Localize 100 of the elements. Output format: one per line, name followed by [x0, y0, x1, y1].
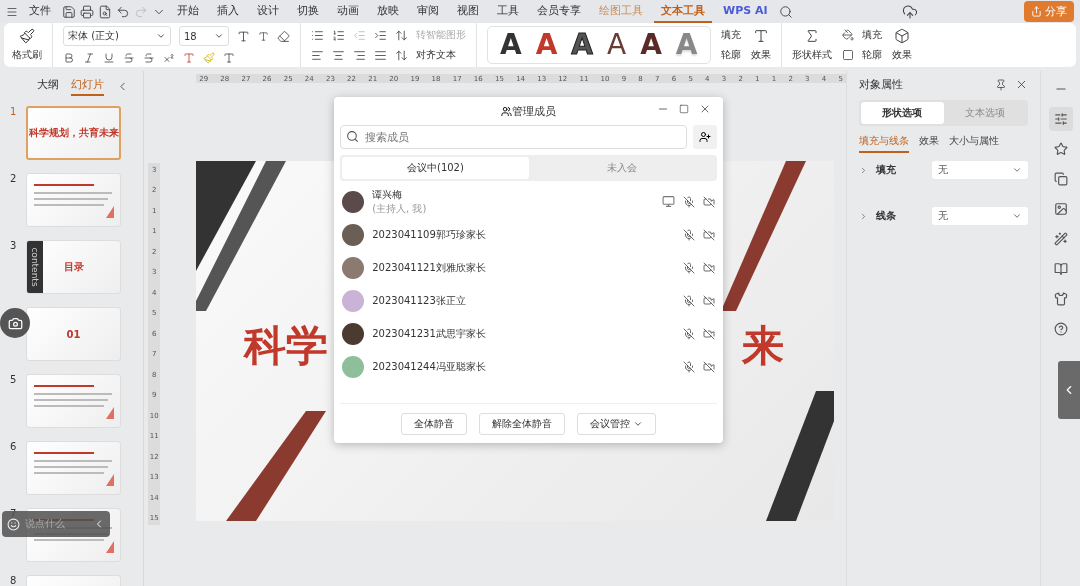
shape-fill-button[interactable]: 填充 [861, 28, 882, 42]
slide-thumbnail[interactable]: 01 [26, 307, 121, 361]
slide-title: 来 [742, 320, 785, 372]
mic-off-icon[interactable] [683, 294, 696, 307]
camera-icon [7, 315, 23, 331]
text-outline-button[interactable]: 轮廓 [720, 48, 741, 62]
mic-off-icon[interactable] [683, 195, 696, 208]
text-effect-button[interactable]: 效果 [750, 28, 771, 62]
shape-style-button[interactable]: 形状样式 [791, 28, 832, 62]
video-off-icon[interactable] [703, 294, 716, 307]
increase-indent-icon[interactable] [374, 28, 387, 42]
panel-tab[interactable]: 幻灯片 [71, 77, 104, 96]
text-style-preset[interactable]: A [675, 31, 698, 59]
text-style-preset[interactable]: A [535, 31, 558, 59]
outline-icon[interactable] [841, 49, 854, 61]
cloud-upload-icon[interactable] [902, 3, 919, 20]
text-direction-icon[interactable] [395, 28, 408, 42]
ribbon-tab[interactable]: 设计 [250, 0, 286, 23]
italic-icon[interactable] [83, 52, 95, 64]
mic-off-icon[interactable] [683, 261, 696, 274]
sliders-icon[interactable] [1048, 107, 1073, 131]
search-field[interactable]: 搜索成员 [340, 125, 688, 149]
slide-thumbnail[interactable]: 科学规划，共育未来 [26, 106, 121, 160]
ribbon-tab[interactable]: WPS AI [716, 1, 775, 22]
mic-off-icon[interactable] [683, 360, 696, 373]
text-style-preset[interactable]: A [500, 31, 522, 59]
text-style-preset[interactable]: A [607, 31, 627, 59]
menu-icon[interactable] [6, 5, 18, 18]
align-left-icon[interactable] [311, 48, 324, 62]
property-tab[interactable]: 大小与属性 [949, 134, 1000, 153]
align-right-icon[interactable] [353, 48, 366, 62]
justify-icon[interactable] [374, 48, 387, 62]
slide-thumbnail[interactable] [26, 374, 121, 428]
strikethrough-icon[interactable] [123, 52, 135, 64]
ribbon-tab[interactable]: 动画 [330, 0, 366, 23]
numbered-list-icon[interactable] [332, 28, 345, 42]
format-painter-button[interactable]: 格式刷 [12, 28, 42, 62]
camera-button[interactable] [0, 308, 30, 338]
property-dropdown[interactable]: 无 [932, 161, 1029, 179]
video-off-icon[interactable] [703, 360, 716, 373]
dialog-button[interactable]: 会议管控 [577, 412, 657, 435]
property-tab[interactable]: 填充与线条 [859, 134, 910, 153]
mic-off-icon[interactable] [683, 228, 696, 241]
ribbon-tab[interactable]: 工具 [490, 0, 526, 23]
ribbon-tab[interactable]: 开始 [170, 0, 206, 23]
pin-icon[interactable] [995, 78, 1008, 91]
fill-bucket-icon[interactable] [841, 29, 854, 41]
video-off-icon[interactable] [703, 261, 716, 274]
video-off-icon[interactable] [703, 228, 716, 241]
align-text-button[interactable]: 对齐文本 [416, 48, 456, 62]
panel-tab[interactable]: 大纲 [37, 77, 59, 96]
maximize-icon[interactable] [679, 103, 690, 115]
dialog-button[interactable]: 解除全体静音 [479, 412, 566, 435]
property-tab[interactable]: 效果 [919, 134, 940, 153]
shape-outline-button[interactable]: 轮廓 [861, 48, 882, 62]
bullet-list-icon[interactable] [311, 28, 324, 42]
superscript-icon[interactable] [163, 52, 175, 64]
dialog-button[interactable]: 全体静音 [401, 412, 468, 435]
slide-thumbnail[interactable] [26, 441, 121, 495]
undo-icon[interactable] [116, 4, 130, 19]
slide-number: 2 [10, 173, 18, 184]
video-off-icon[interactable] [703, 327, 716, 340]
ribbon-tab[interactable]: 视图 [450, 0, 486, 23]
font-color-icon[interactable] [183, 52, 195, 64]
print-preview-icon[interactable] [98, 4, 112, 19]
save-icon[interactable] [62, 4, 76, 19]
add-member-button[interactable] [693, 125, 718, 149]
text-fill-button[interactable]: 填充 [720, 28, 741, 42]
screen-share-icon[interactable] [662, 195, 676, 208]
ribbon-tab[interactable]: 插入 [210, 0, 246, 23]
ribbon-tab[interactable]: 审阅 [410, 0, 446, 23]
eraser-icon[interactable] [277, 29, 290, 43]
chat-placeholder: 说点什么 [25, 517, 66, 531]
mic-off-icon[interactable] [683, 327, 696, 340]
underline-icon[interactable] [103, 52, 115, 64]
double-strikethrough-icon[interactable] [143, 52, 155, 64]
chevron-down-icon [214, 31, 224, 41]
bold-icon[interactable] [63, 52, 75, 64]
search-icon[interactable] [778, 4, 793, 19]
print-icon[interactable] [80, 4, 94, 19]
text-style-preset[interactable]: A [640, 31, 662, 59]
letter-icon [752, 28, 769, 44]
text-style-preset[interactable]: A [571, 31, 593, 59]
line-spacing-icon[interactable] [395, 48, 408, 62]
font-size-dropdown[interactable]: 18 [179, 26, 229, 46]
slide-title: 科学 [244, 320, 329, 372]
members-tab[interactable]: 会议中(102) [342, 157, 529, 179]
align-center-icon[interactable] [332, 48, 345, 62]
ribbon-tab[interactable]: 切换 [290, 0, 326, 23]
share-icon [1031, 6, 1042, 17]
shape-effect-button[interactable]: 效果 [891, 28, 912, 62]
font-dropdown[interactable]: 宋体 (正文) [63, 26, 171, 46]
ribbon-tab[interactable]: 会员专享 [530, 0, 588, 23]
video-off-icon[interactable] [703, 195, 716, 208]
file-menu[interactable]: 文件 [22, 0, 58, 23]
slide-thumbnail[interactable]: contents 目录 [26, 240, 121, 294]
slide-thumbnail[interactable] [26, 173, 121, 227]
ribbon-tab[interactable]: 放映 [370, 0, 406, 23]
options-tab[interactable]: 形状选项 [861, 102, 944, 124]
property-dropdown[interactable]: 无 [932, 207, 1029, 225]
